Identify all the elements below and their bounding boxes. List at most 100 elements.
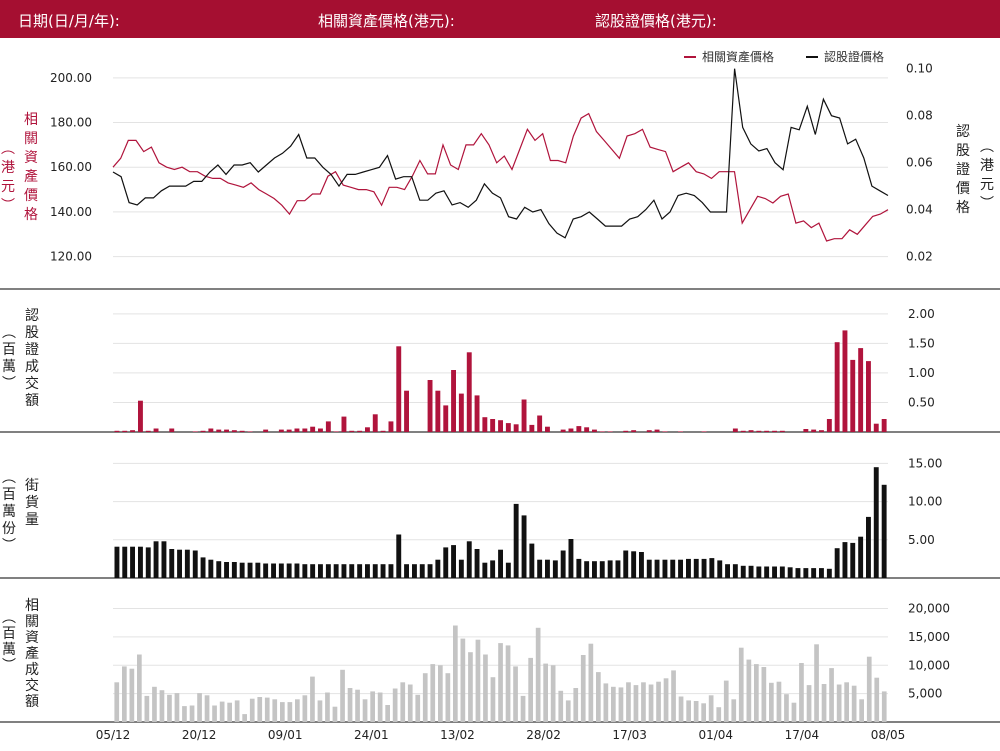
- outstanding-qty-bar: [482, 562, 488, 578]
- warrant-turnover-bar: [740, 430, 746, 432]
- warrant-turnover-bar: [145, 430, 151, 432]
- outstanding-qty-bar: [584, 561, 590, 578]
- warrant-turnover-bar: [654, 429, 660, 432]
- outstanding-qty-bar: [670, 559, 676, 578]
- outstanding-qty-bar: [231, 562, 237, 578]
- underlying-turnover-bar: [483, 654, 488, 722]
- warrant-turnover-bar: [576, 426, 582, 432]
- warrant-turnover-bar: [130, 430, 135, 432]
- underlying-turnover-axis-title: 產: [25, 645, 39, 662]
- warrant-turnover-bar: [748, 430, 754, 432]
- warrant-turnover-bar: [482, 417, 488, 432]
- underlying-turnover-bar: [731, 699, 737, 722]
- warrant-turnover-axis-unit: 百: [2, 342, 16, 358]
- outstanding-qty-bar: [498, 549, 503, 578]
- underlying-turnover-bar: [505, 645, 511, 722]
- warrant-turnover-bar: [498, 420, 503, 432]
- underlying-turnover-bar: [212, 705, 217, 722]
- outstanding-qty-bar: [200, 557, 206, 578]
- warrant-turnover-bar: [208, 428, 214, 432]
- warrant-turnover-bar: [646, 430, 652, 432]
- underlying-turnover-bar: [257, 697, 263, 722]
- outstanding-qty-bar: [537, 559, 543, 578]
- warrant-turnover-bar: [537, 415, 543, 432]
- underlying-turnover-bar: [678, 696, 684, 722]
- warrant-turnover-bar: [365, 427, 370, 432]
- warrant-turnover-bar: [325, 421, 331, 432]
- outstanding-qty-bar: [357, 564, 363, 578]
- outstanding-qty-bar: [615, 560, 621, 578]
- price-left-axis-unit: 元: [1, 179, 15, 195]
- warrant-turnover-bar: [881, 419, 887, 432]
- underlying-turnover-bar: [392, 688, 398, 722]
- warrant-turnover-bar: [560, 429, 566, 432]
- underlying-turnover-bar: [596, 672, 601, 722]
- price-right-axis-title: 股: [956, 143, 970, 159]
- outstanding-qty-bar: [826, 568, 832, 578]
- outstanding-qty-tick-label: 15.00: [908, 456, 942, 470]
- warrant-turnover-bar: [380, 430, 386, 432]
- underlying-turnover-bar: [438, 665, 443, 722]
- warrant-turnover-bar: [678, 431, 683, 432]
- warrant-turnover-bar: [505, 423, 511, 432]
- underlying-turnover-tick-label: 10,000: [908, 658, 950, 672]
- underlying-turnover-bar: [453, 625, 458, 722]
- underlying-turnover-bar: [723, 680, 729, 722]
- underlying-turnover-bar: [791, 702, 797, 722]
- outstanding-qty-axis-unit: ︶: [2, 538, 16, 554]
- outstanding-qty-bar: [803, 568, 809, 578]
- price-left-axis-title: 相: [24, 112, 38, 128]
- underlying-turnover-bar: [543, 663, 548, 722]
- underlying-turnover-bar: [377, 692, 383, 722]
- warrant-turnover-bar: [568, 428, 574, 432]
- outstanding-qty-bar: [779, 566, 785, 578]
- outstanding-qty-bar: [568, 539, 574, 578]
- legend-underlying-label: 相關資產價格: [702, 49, 774, 64]
- outstanding-qty-bar: [177, 549, 182, 578]
- outstanding-qty-bar: [341, 564, 347, 578]
- warrant-turnover-bar: [826, 419, 832, 432]
- warrant-turnover-bar: [458, 393, 464, 432]
- underlying-turnover-bar: [580, 655, 586, 722]
- warrant-turnover-bar: [521, 399, 527, 432]
- underlying-turnover-axis-unit: ︵: [2, 610, 16, 626]
- outstanding-qty-bar: [513, 503, 519, 578]
- outstanding-qty-bar: [396, 534, 402, 578]
- outstanding-qty-bar: [255, 562, 261, 578]
- outstanding-qty-bar: [592, 561, 597, 578]
- outstanding-qty-bar: [169, 549, 175, 578]
- underlying-turnover-bar: [182, 706, 187, 722]
- underlying-turnover-bar: [422, 673, 428, 722]
- underlying-turnover-bar: [490, 677, 496, 722]
- outstanding-qty-bar: [505, 562, 511, 578]
- warrant-turnover-bar: [239, 430, 245, 432]
- underlying-turnover-bar: [370, 691, 375, 722]
- outstanding-qty-bar: [114, 546, 120, 578]
- underlying-turnover-bar: [806, 685, 812, 722]
- underlying-turnover-bar: [189, 705, 195, 722]
- price-left-tick-label: 160.00: [50, 160, 92, 174]
- underlying-turnover-bar: [693, 701, 699, 722]
- legend-warrant-label: 認股證價格: [824, 49, 884, 64]
- underlying-turnover-bar: [588, 643, 594, 722]
- warrant-turnover-bar: [388, 421, 394, 432]
- underlying-turnover-bar: [362, 699, 368, 722]
- underlying-price-line: [112, 112, 889, 242]
- warrant-turnover-bar: [490, 419, 496, 432]
- outstanding-qty-bar: [216, 561, 222, 578]
- underlying-turnover-axis-unit: 萬: [2, 642, 16, 658]
- warrant-turnover-bar: [599, 431, 605, 432]
- outstanding-qty-bar: [748, 565, 754, 578]
- outstanding-qty-bar: [842, 542, 848, 578]
- outstanding-qty-bar: [772, 566, 777, 578]
- underlying-turnover-bar: [302, 695, 308, 722]
- underlying-turnover-bar: [197, 693, 202, 722]
- warrant-turnover-bar: [231, 430, 237, 432]
- underlying-turnover-bar: [347, 688, 353, 722]
- underlying-turnover-bar: [626, 682, 631, 722]
- underlying-turnover-bar: [558, 690, 564, 722]
- underlying-turnover-axis-title: 資: [25, 630, 39, 646]
- price-left-axis-unit: ︶: [1, 198, 15, 214]
- outstanding-qty-bar: [294, 563, 300, 578]
- warrant-turnover-bar: [333, 431, 339, 432]
